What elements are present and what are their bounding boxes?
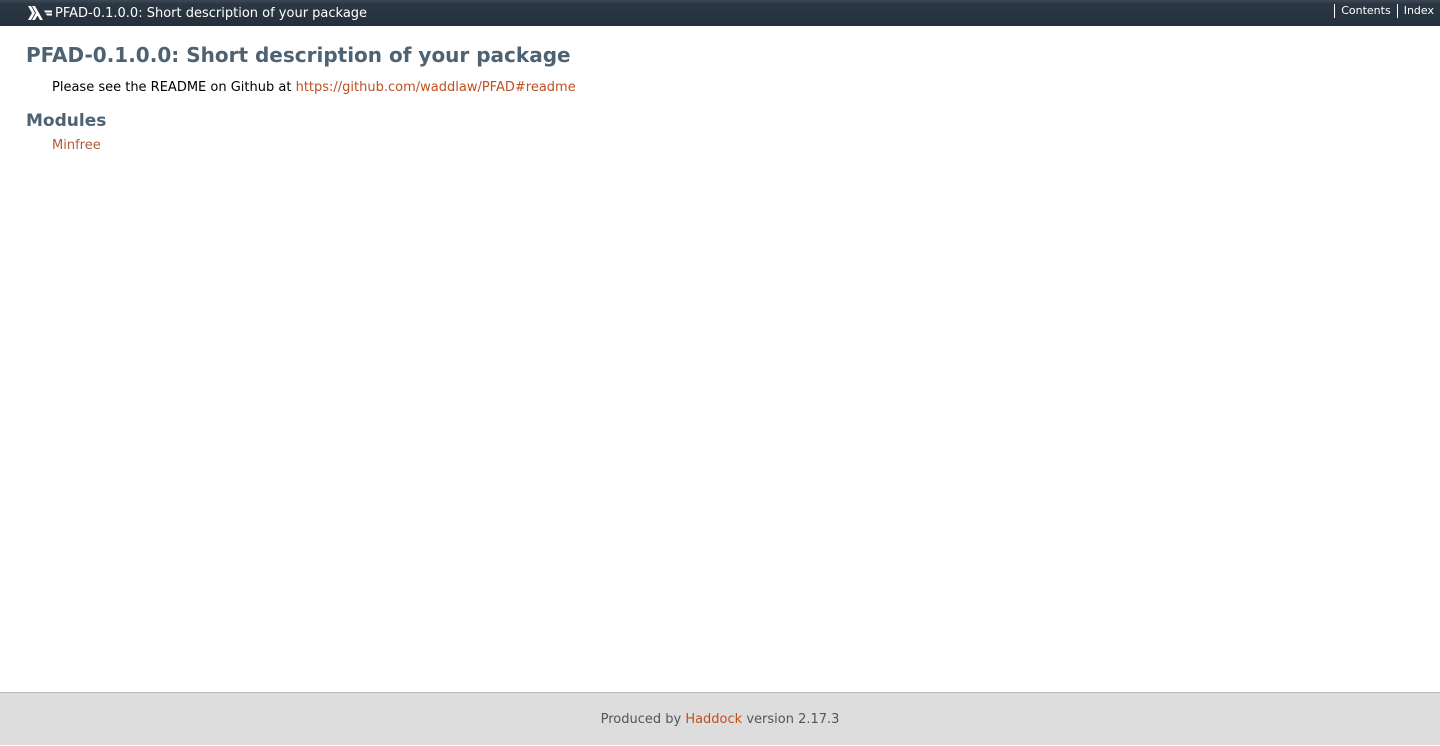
module-link-minfree[interactable]: Minfree bbox=[52, 138, 101, 153]
description-text: Please see the README on Github at bbox=[52, 80, 296, 95]
module-list: Minfree bbox=[52, 136, 1406, 156]
footer: Produced by Haddock version 2.17.3 bbox=[0, 692, 1440, 745]
readme-link[interactable]: https://github.com/waddlaw/PFAD#readme bbox=[296, 80, 576, 95]
index-link[interactable]: Index bbox=[1396, 4, 1434, 18]
contents-link[interactable]: Contents bbox=[1334, 4, 1396, 18]
footer-prefix: Produced by bbox=[600, 712, 686, 727]
modules-heading: Modules bbox=[26, 111, 107, 131]
top-links: Contents Index bbox=[1334, 4, 1434, 18]
page-title: PFAD-0.1.0.0: Short description of your … bbox=[26, 43, 571, 67]
haddock-link[interactable]: Haddock bbox=[685, 712, 742, 727]
caption-text: PFAD-0.1.0.0: Short description of your … bbox=[55, 5, 368, 21]
top-bar: PFAD-0.1.0.0: Short description of your … bbox=[0, 0, 1440, 26]
package-description: Please see the README on Github at https… bbox=[52, 78, 1406, 98]
main-content: PFAD-0.1.0.0: Short description of your … bbox=[26, 40, 1406, 156]
list-item: Minfree bbox=[52, 136, 1406, 156]
package-caption: PFAD-0.1.0.0: Short description of your … bbox=[28, 0, 367, 26]
haskell-logo-icon bbox=[28, 6, 52, 20]
footer-suffix: version 2.17.3 bbox=[742, 712, 840, 727]
